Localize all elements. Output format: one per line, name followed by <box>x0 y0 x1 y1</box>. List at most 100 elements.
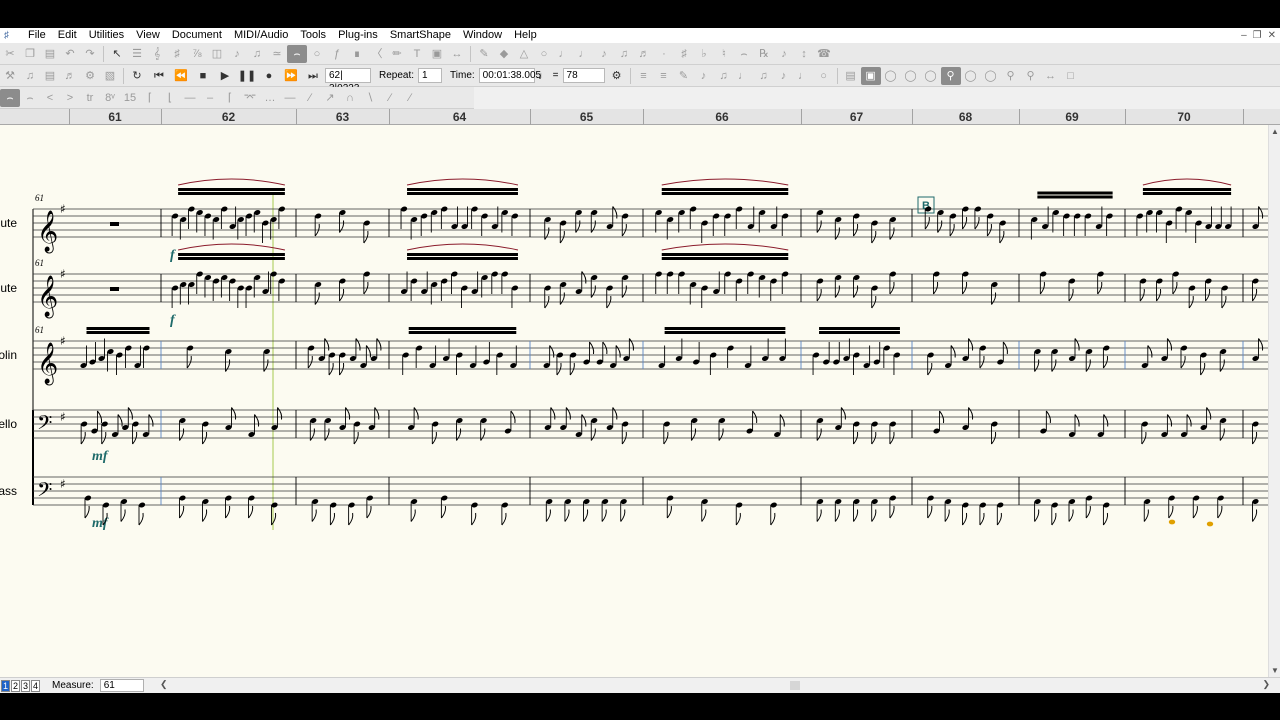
music-note-icon[interactable]: ♫ <box>20 67 40 85</box>
tie-icon[interactable]: ⌢ <box>734 45 754 63</box>
page-button-2[interactable]: 2 <box>11 679 20 692</box>
menu-midi-audio[interactable]: MIDI/Audio <box>228 28 294 43</box>
lyrics-tool-icon[interactable]: ✏ <box>387 45 407 63</box>
scroll-left-icon[interactable]: ❮ <box>160 679 168 690</box>
key-signature-tool-icon[interactable]: ♯ <box>167 45 187 63</box>
fit-page-icon[interactable]: □ <box>1061 67 1081 85</box>
thirty-second-note-icon[interactable]: ♬ <box>634 45 654 63</box>
whole-note-icon[interactable]: ○ <box>534 45 554 63</box>
slur-icon[interactable]: ⌢ <box>0 88 20 107</box>
menu-file[interactable]: File <box>22 28 52 43</box>
line-icon[interactable]: — <box>180 89 200 107</box>
fast-forward-icon[interactable]: ⏩ <box>281 67 301 85</box>
simple-entry-tool-icon[interactable]: ♪ <box>227 45 247 63</box>
half-note-icon[interactable]: ♩ <box>554 45 574 63</box>
ruler-measure-66[interactable]: 66 <box>715 110 728 124</box>
natural-icon[interactable]: ♮ <box>714 45 734 63</box>
ruler-measure-69[interactable]: 69 <box>1065 110 1078 124</box>
menu-view[interactable]: View <box>130 28 166 43</box>
zoom-50-icon[interactable]: ◯ <box>901 67 921 85</box>
decrescendo-icon[interactable]: > <box>60 89 80 107</box>
mirror-tool-icon[interactable]: △ <box>514 45 534 63</box>
note-eighth-icon[interactable]: ♪ <box>694 67 714 85</box>
glissando-icon[interactable]: ∕ <box>300 89 320 107</box>
scroll-view-icon[interactable]: ▤ <box>841 67 861 85</box>
align-left-icon[interactable]: ≡ <box>634 67 654 85</box>
rewind-to-start-icon[interactable]: ⏮ <box>149 67 169 85</box>
articulation-tool-icon[interactable]: ○ <box>307 45 327 63</box>
sharp-icon[interactable]: ♯ <box>674 45 694 63</box>
forward-to-end-icon[interactable]: ⏭ <box>303 67 323 85</box>
rest-icon[interactable]: ℞ <box>754 45 774 63</box>
menu-plug-ins[interactable]: Plug-ins <box>332 28 384 43</box>
clef-tool-icon[interactable]: 𝄞 <box>147 45 167 63</box>
menu-edit[interactable]: Edit <box>52 28 83 43</box>
diagonal-line-icon[interactable]: ∕ <box>380 89 400 107</box>
ruler-measure-67[interactable]: 67 <box>850 110 863 124</box>
ruler-measure-61[interactable]: 61 <box>108 110 121 124</box>
hammer-on-icon[interactable]: ∩ <box>340 89 360 107</box>
page-button-4[interactable]: 4 <box>31 679 40 692</box>
rewind-icon[interactable]: ⏪ <box>171 67 191 85</box>
dashed-slur-icon[interactable]: ⌢ <box>20 89 40 107</box>
note-quarter-icon[interactable]: ♩ <box>734 67 754 85</box>
tempo-field[interactable]: 78 <box>562 68 605 83</box>
bracket-line-icon[interactable]: ⌈ <box>220 89 240 107</box>
custom-line-icon[interactable]: ∖ <box>360 89 380 107</box>
grace-note-icon[interactable]: ♪ <box>774 45 794 63</box>
pause-icon[interactable]: ❚❚ <box>237 67 257 85</box>
quindicesima-icon[interactable]: 15 <box>120 89 140 107</box>
resize-tool-icon[interactable]: ↔ <box>447 45 467 63</box>
measure-field[interactable]: 61 <box>99 679 144 692</box>
score-canvas[interactable]: ute 61 𝄞 ♯ f ute 61 𝄞 ♯ f olin 61 𝄞 ♯ ello 𝄢 ♯ mf ass 𝄢 ♯ mf B <box>0 125 1268 677</box>
time-signature-tool-icon[interactable]: ⅞ <box>187 45 207 63</box>
ruler-measure-65[interactable]: 65 <box>580 110 593 124</box>
record-icon[interactable]: ● <box>259 67 279 85</box>
menu-document[interactable]: Document <box>166 28 228 43</box>
flip-stem-icon[interactable]: ↕ <box>794 45 814 63</box>
text-tool-icon[interactable]: T <box>407 45 427 63</box>
tuplet-tool-icon[interactable]: ≃ <box>267 45 287 63</box>
menu-help[interactable]: Help <box>508 28 543 43</box>
bracket-icon[interactable]: ⌈ <box>140 89 160 107</box>
page-button-1[interactable]: 1 <box>1 679 10 692</box>
zoom-fit-icon[interactable]: ◯ <box>881 67 901 85</box>
speaker-icon[interactable]: ♬ <box>60 67 80 85</box>
play-icon[interactable]: ▶ <box>215 67 235 85</box>
restore-icon[interactable]: ❐ <box>1253 28 1262 43</box>
measure-beat-counter[interactable]: 62| 3|0223 <box>325 68 371 94</box>
solid-line-icon[interactable]: ― <box>280 89 300 107</box>
mixer-icon[interactable]: ⚙ <box>80 67 100 85</box>
pencil-icon[interactable]: ✎ <box>674 67 694 85</box>
staff-tool-icon[interactable]: ☰ <box>127 45 147 63</box>
zoom-100-icon[interactable]: ⚲ <box>940 66 961 85</box>
page-view-icon[interactable]: ▣ <box>860 66 881 85</box>
copy-icon[interactable]: ❐ <box>20 45 40 63</box>
studio-icon[interactable]: ▧ <box>100 67 120 85</box>
bracket-down-icon[interactable]: ⌊ <box>160 89 180 107</box>
ruler-measure-63[interactable]: 63 <box>336 110 349 124</box>
paste-icon[interactable]: ▤ <box>40 45 60 63</box>
zoom-200-icon[interactable]: ◯ <box>961 67 981 85</box>
time-field[interactable]: 00:01:38.005 <box>478 68 541 83</box>
stop-icon[interactable]: ■ <box>193 67 213 85</box>
note-sixteenth-icon[interactable]: ♫ <box>714 67 734 85</box>
menu-utilities[interactable]: Utilities <box>83 28 130 43</box>
page-button-3[interactable]: 3 <box>21 679 30 692</box>
ruler-measure-62[interactable]: 62 <box>222 110 235 124</box>
scroll-up-icon[interactable]: ▲ <box>1271 127 1279 136</box>
eighth-note-icon[interactable]: ♪ <box>594 45 614 63</box>
selection-tool-icon[interactable]: ↖ <box>107 45 127 63</box>
smartshape-tool-icon[interactable]: ⌢ <box>287 44 307 63</box>
note-stem-icon[interactable]: ♩ <box>794 67 814 85</box>
menu-smartshape[interactable]: SmartShape <box>384 28 457 43</box>
chord-tool-icon[interactable]: 〈 <box>367 45 387 63</box>
sixteenth-note-icon[interactable]: ♫ <box>614 45 634 63</box>
repeat-field[interactable]: 1 <box>418 68 443 83</box>
speedy-entry-tool-icon[interactable]: ♫ <box>247 45 267 63</box>
note-beam-icon[interactable]: ♫ <box>754 67 774 85</box>
menu-tools[interactable]: Tools <box>294 28 332 43</box>
note-flag-icon[interactable]: ♪ <box>774 67 794 85</box>
redo-icon[interactable]: ↷ <box>80 45 100 63</box>
dot-icon[interactable]: · <box>654 45 674 63</box>
